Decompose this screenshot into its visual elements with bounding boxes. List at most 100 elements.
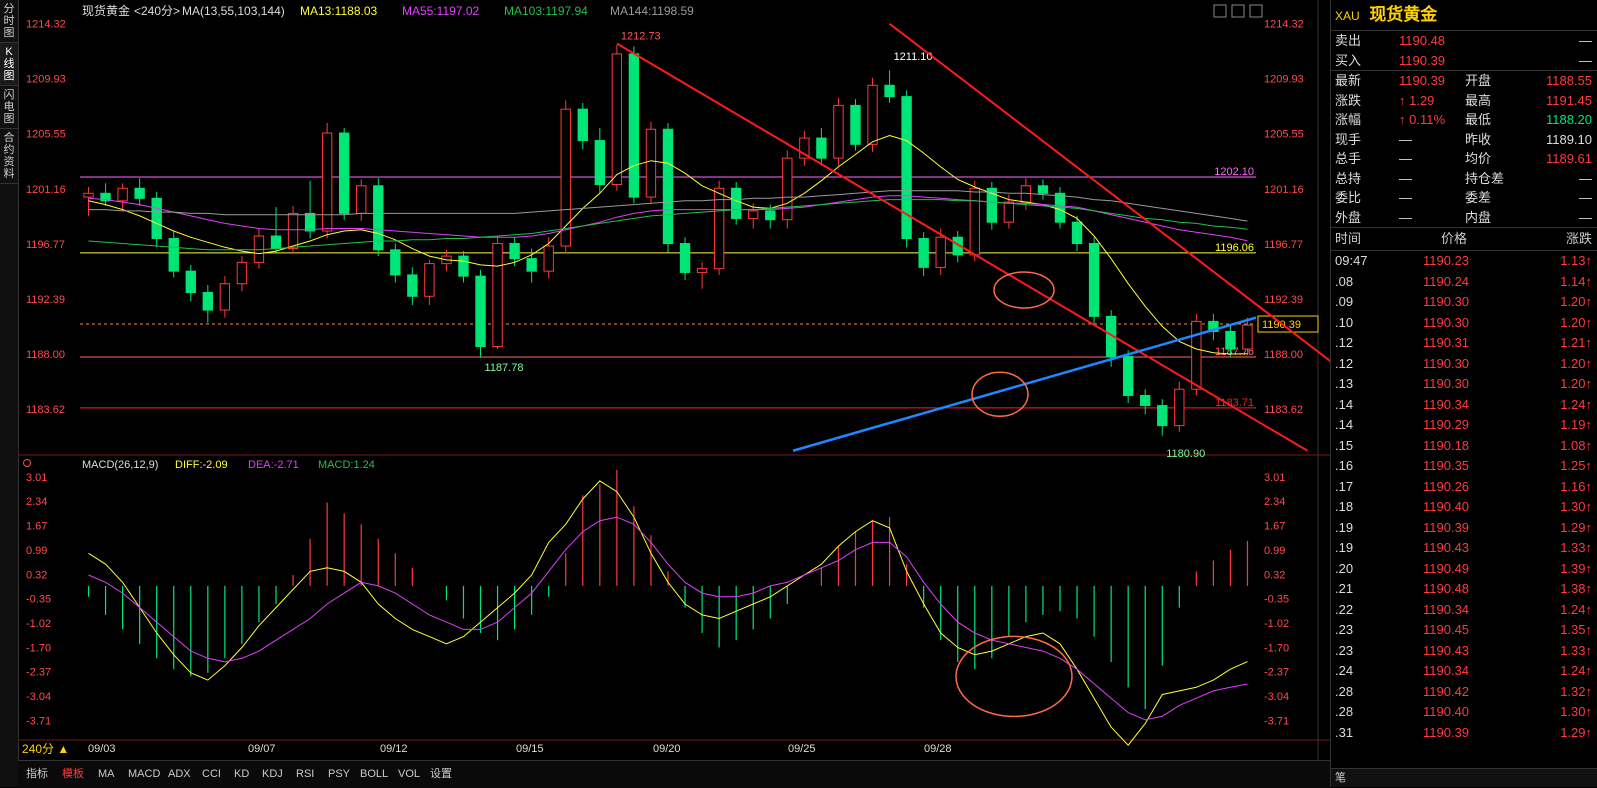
tick-col-price: 价格 bbox=[1441, 231, 1468, 246]
quote-v2: — bbox=[1579, 52, 1592, 68]
tick-change: 1.24↑ bbox=[1560, 396, 1592, 412]
tick-change: 1.20↑ bbox=[1560, 355, 1592, 371]
main-ytick-left: 1201.16 bbox=[26, 184, 66, 196]
tick-change: 1.30↑ bbox=[1560, 499, 1592, 514]
indicator-tab-9[interactable]: PSY bbox=[322, 761, 356, 788]
tick-header: 时间 价格 涨跌 bbox=[1331, 227, 1597, 251]
tick-row: .17 1190.26 1.16↑ bbox=[1331, 477, 1597, 498]
candle-body bbox=[475, 275, 486, 348]
candle-body bbox=[424, 263, 435, 297]
tick-price: 1190.30 bbox=[1423, 355, 1470, 371]
candle-body bbox=[185, 270, 196, 294]
indicator-tab-4[interactable]: ADX bbox=[162, 761, 197, 788]
indicator-tab-10[interactable]: BOLL bbox=[354, 761, 394, 788]
indicator-tab-8[interactable]: RSI bbox=[290, 761, 320, 788]
candle-body bbox=[458, 255, 469, 277]
grid-icon bbox=[1249, 4, 1263, 18]
extreme-label: 1180.90 bbox=[1166, 448, 1205, 460]
tick-time: .23 bbox=[1335, 622, 1354, 637]
tick-price: 1190.43 bbox=[1423, 540, 1470, 555]
tick-price: 1190.48 bbox=[1423, 581, 1470, 596]
indicator-tab-11[interactable]: VOL bbox=[392, 761, 426, 788]
view-tab-3[interactable]: 合约资料 bbox=[0, 129, 18, 184]
indicator-tab-5[interactable]: CCI bbox=[196, 761, 227, 788]
period-selector[interactable]: 240分 ▲ bbox=[22, 742, 69, 756]
header-ma-title: MA(13,55,103,144) bbox=[182, 4, 285, 18]
main-ytick-left: 1188.00 bbox=[26, 349, 65, 361]
quote-l1: 总持 bbox=[1335, 170, 1362, 186]
main-ytick-left: 1214.32 bbox=[26, 19, 66, 31]
main-ytick-right: 1188.00 bbox=[1264, 349, 1303, 361]
quote-row: 涨幅 ↑ 0.11% 最低 1188.20 bbox=[1331, 110, 1597, 130]
tick-change: 1.24↑ bbox=[1560, 663, 1592, 678]
tick-time: .08 bbox=[1335, 273, 1354, 289]
macd-ytick-left: -3.71 bbox=[26, 715, 51, 727]
tick-row: .19 1190.39 1.29↑ bbox=[1331, 518, 1597, 539]
macd-ytick-right: -1.02 bbox=[1264, 618, 1289, 630]
tick-time: .14 bbox=[1335, 396, 1354, 412]
quote-l1: 现手 bbox=[1335, 131, 1362, 147]
indicator-tab-3[interactable]: MACD bbox=[122, 761, 166, 788]
indicator-tab-12[interactable]: 设置 bbox=[424, 761, 458, 788]
quote-l1: 涨跌 bbox=[1335, 92, 1362, 108]
tick-time: .31 bbox=[1335, 724, 1354, 740]
indicator-tab-7[interactable]: KDJ bbox=[256, 761, 289, 788]
candle-body bbox=[1088, 243, 1100, 317]
view-tab-1[interactable]: K线图 bbox=[0, 43, 18, 86]
main-ytick-right: 1192.39 bbox=[1264, 294, 1303, 306]
tick-row: .08 1190.24 1.14↑ bbox=[1331, 272, 1597, 293]
candle-body bbox=[509, 243, 520, 260]
candle-body bbox=[151, 197, 162, 240]
indicator-tab-1[interactable]: 模板 bbox=[56, 761, 90, 788]
indicator-tab-bar: 指标 模板 MA MACD ADX CCI KD KDJ RSI PSY BOLL VOL 设置 bbox=[18, 760, 1330, 788]
quote-l2: 委差 bbox=[1465, 190, 1492, 205]
candle-body bbox=[202, 292, 214, 311]
main-ytick-left: 1183.62 bbox=[26, 404, 65, 416]
tick-footer[interactable]: 笔 bbox=[1331, 768, 1597, 787]
quote-v1: 1190.48 bbox=[1399, 33, 1446, 48]
tick-price: 1190.43 bbox=[1423, 642, 1470, 658]
indicator-tab-2[interactable]: MA bbox=[92, 761, 121, 788]
quote-l1: 总手 bbox=[1335, 151, 1362, 166]
tick-row: .28 1190.42 1.32↑ bbox=[1331, 682, 1597, 703]
macd-ytick-left: 0.99 bbox=[26, 545, 47, 557]
quote-v2: — bbox=[1579, 190, 1592, 205]
main-ytick-right: 1214.32 bbox=[1264, 19, 1304, 31]
quote-v1: 1190.39 bbox=[1399, 52, 1446, 68]
tick-time: 09:47 bbox=[1335, 253, 1368, 268]
tick-price: 1190.42 bbox=[1423, 683, 1470, 699]
tick-change: 1.16↑ bbox=[1560, 478, 1592, 494]
quote-v2: 1188.55 bbox=[1545, 73, 1592, 88]
tick-change: 1.39↑ bbox=[1560, 560, 1592, 576]
tick-change: 1.20↑ bbox=[1560, 294, 1592, 309]
indicator-tab-0[interactable]: 指标 bbox=[20, 761, 54, 788]
quote-l2: 最高 bbox=[1465, 92, 1492, 108]
tick-price: 1190.39 bbox=[1423, 724, 1470, 740]
extreme-label: 1187.78 bbox=[485, 362, 524, 374]
candle-body bbox=[543, 245, 554, 272]
candle-body bbox=[134, 187, 145, 199]
macd-ytick-left: -1.02 bbox=[26, 618, 51, 630]
tick-list[interactable]: 09:47 1190.23 1.13↑ .08 1190.24 1.14↑ .09 1190.… bbox=[1331, 251, 1597, 743]
tick-change: 1.08↑ bbox=[1560, 437, 1592, 453]
tick-price: 1190.31 bbox=[1423, 335, 1470, 350]
view-tab-2[interactable]: 闪电图 bbox=[0, 86, 18, 129]
quote-v2: 1191.45 bbox=[1545, 92, 1592, 108]
indicator-tab-6[interactable]: KD bbox=[228, 761, 255, 788]
tick-change: 1.30↑ bbox=[1560, 704, 1592, 719]
tick-change: 1.21↑ bbox=[1560, 335, 1592, 350]
x-date-label: 09/03 bbox=[88, 743, 116, 755]
candle-body bbox=[492, 243, 503, 348]
macd-ytick-right: 2.34 bbox=[1264, 496, 1285, 508]
macd-ytick-right: -0.35 bbox=[1264, 594, 1289, 606]
candle-body bbox=[219, 283, 231, 311]
tick-price: 1190.40 bbox=[1423, 499, 1470, 514]
view-tab-0[interactable]: 分时图 bbox=[0, 0, 18, 43]
highlight-circle-upper bbox=[993, 271, 1055, 309]
candle-body bbox=[782, 157, 793, 221]
extreme-label: 1212.73 bbox=[621, 30, 661, 42]
main-ytick-left: 1196.77 bbox=[26, 239, 65, 251]
macd-ytick-right: -1.70 bbox=[1264, 642, 1289, 654]
quote-v1: — bbox=[1399, 170, 1412, 186]
tick-time: .12 bbox=[1335, 355, 1354, 371]
